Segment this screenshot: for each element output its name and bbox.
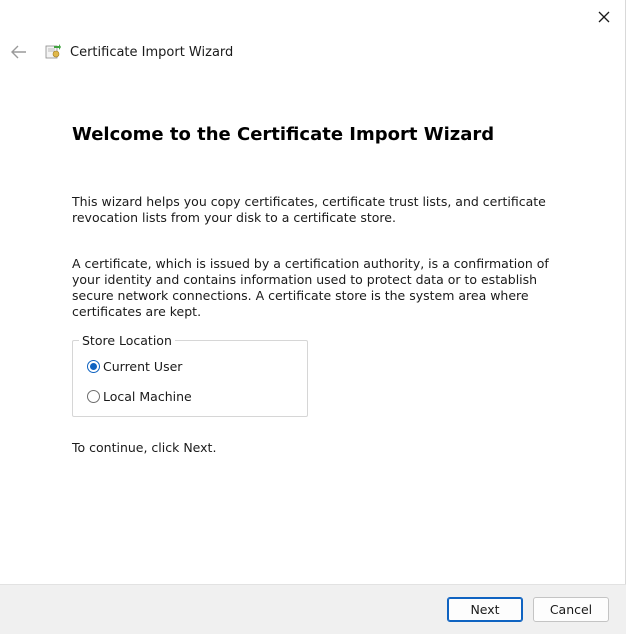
current-user-label[interactable]: Current User	[103, 359, 182, 374]
store-location-legend: Store Location	[79, 333, 175, 348]
wizard-window: Certificate Import Wizard Welcome to the…	[0, 0, 626, 634]
current-user-radio[interactable]	[87, 360, 100, 373]
next-button[interactable]: Next	[447, 597, 523, 622]
local-machine-option[interactable]: Local Machine	[87, 389, 192, 404]
wizard-title: Certificate Import Wizard	[70, 44, 234, 60]
continue-text: To continue, click Next.	[72, 440, 217, 455]
back-button[interactable]	[8, 41, 30, 63]
page-heading: Welcome to the Certificate Import Wizard	[72, 124, 495, 145]
local-machine-radio[interactable]	[87, 390, 100, 403]
wizard-footer: Next Cancel	[0, 584, 626, 634]
wizard-header: Certificate Import Wizard	[8, 40, 233, 64]
store-location-group: Store Location Current User Local Machin…	[72, 333, 308, 417]
cancel-button[interactable]: Cancel	[533, 597, 609, 622]
local-machine-label[interactable]: Local Machine	[103, 389, 192, 404]
close-icon	[598, 11, 610, 23]
certificate-icon	[45, 44, 61, 59]
arrow-left-icon	[11, 45, 26, 59]
current-user-option[interactable]: Current User	[87, 359, 182, 374]
description-paragraph: A certificate, which is issued by a cert…	[72, 256, 549, 319]
intro-paragraph: This wizard helps you copy certificates,…	[72, 194, 546, 225]
close-button[interactable]	[593, 6, 615, 28]
